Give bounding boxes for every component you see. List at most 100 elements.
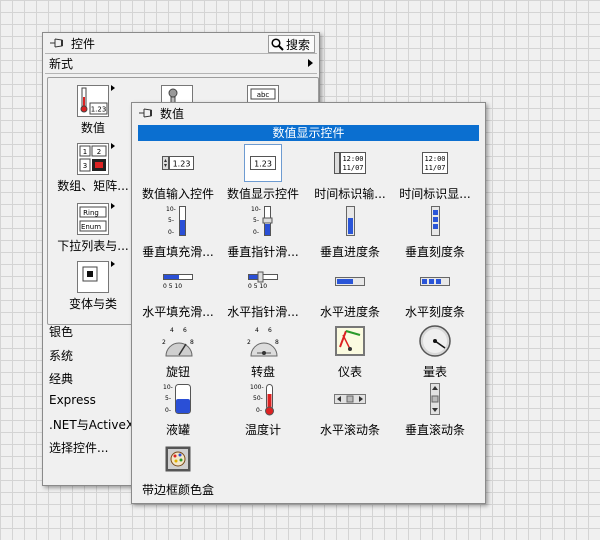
item-dial[interactable]: 4 6 2 8 转盘 [219,323,307,380]
item-knob[interactable]: 4 6 2 8 旋钮 [134,323,222,380]
category-label: 下拉列表与... [57,239,129,253]
palette-item-classic[interactable]: 经典 [49,370,73,387]
svg-text:4: 4 [255,327,259,334]
item-horizontal-progress-bar[interactable]: 水平进度条 [306,263,394,320]
svg-text:11/07: 11/07 [424,164,445,172]
svg-text:Enum: Enum [81,223,101,231]
item-tank[interactable]: 10- 5- 0- 液罐 [134,381,222,438]
horizontal-graduated-bar-icon [415,263,455,299]
palette-style-menu[interactable]: 新式 [49,55,73,72]
svg-text:1.23: 1.23 [254,160,272,169]
svg-text:2: 2 [247,339,251,346]
timestamp-control-icon: 12:00 11/07 [330,145,370,181]
chevron-right-icon[interactable] [308,59,313,67]
horizontal-scrollbar-icon [330,381,370,417]
svg-text:10-: 10- [163,384,173,391]
svg-text:0-: 0- [256,407,262,414]
svg-text:2: 2 [97,148,101,156]
item-label: 时间标识输... [314,187,386,201]
item-vertical-scrollbar[interactable]: 垂直滚动条 [391,381,479,438]
variant-class-icon [77,261,115,293]
svg-text:0-: 0- [253,229,259,236]
item-label: 垂直指针滑... [227,245,299,259]
category-label: 数组、矩阵... [57,179,129,193]
item-vertical-fill-slide[interactable]: 10- 5- 0- 垂直填充滑... [134,203,222,260]
pin-icon[interactable] [138,106,154,120]
meter-icon [415,323,455,359]
divider [45,73,317,74]
framed-color-box-icon [158,441,198,477]
svg-text:0 5 10: 0 5 10 [248,283,267,290]
svg-text:0-: 0- [168,229,174,236]
item-label: 旋钮 [165,365,190,379]
palette-item-dotnet-activex[interactable]: .NET与ActiveX [49,416,134,433]
item-vertical-graduated-bar[interactable]: 垂直刻度条 [391,203,479,260]
controls-palette-titlebar[interactable]: 控件 搜索 [43,33,319,53]
item-numeric-control[interactable]: 1.23 数值输入控件 [134,145,222,202]
category-numeric[interactable]: 1.23 数值 [51,85,135,136]
item-meter[interactable]: 量表 [391,323,479,380]
knob-icon: 4 6 2 8 [158,323,198,359]
search-button[interactable]: 搜索 [267,35,315,53]
svg-text:6: 6 [183,327,187,334]
item-framed-color-box[interactable]: 带边框颜色盒 [134,441,222,498]
pin-icon[interactable] [49,36,65,50]
vertical-fill-slide-icon: 10- 5- 0- [158,203,198,239]
svg-text:10-: 10- [166,206,176,213]
item-horizontal-pointer-slide[interactable]: 0 5 10 水平指针滑... [219,263,307,320]
controls-palette-title: 控件 [71,37,96,51]
numeric-palette-title: 数值 [160,107,185,121]
item-horizontal-scrollbar[interactable]: 水平滚动条 [306,381,394,438]
numeric-indicator-icon: 1.23 [244,144,282,182]
gauge-icon [330,323,370,359]
item-thermometer[interactable]: 100- 50- 0- 温度计 [219,381,307,438]
item-horizontal-fill-slide[interactable]: 0 5 10 水平填充滑... [134,263,222,320]
category-label: 变体与类 [68,297,117,311]
svg-text:8: 8 [190,339,194,346]
svg-text:12:00: 12:00 [342,155,363,163]
thermometer-icon: 100- 50- 0- [243,381,283,417]
svg-text:2: 2 [162,339,166,346]
svg-text:1: 1 [83,148,87,156]
item-timestamp-indicator[interactable]: 12:00 11/07 时间标识显... [391,145,479,202]
svg-text:1.23: 1.23 [173,160,191,169]
tank-icon: 10- 5- 0- [158,381,198,417]
item-vertical-progress-bar[interactable]: 垂直进度条 [306,203,394,260]
svg-text:11/07: 11/07 [342,164,363,172]
svg-text:5-: 5- [168,217,174,224]
item-label: 温度计 [244,423,281,437]
item-gauge[interactable]: 仪表 [306,323,394,380]
svg-text:50-: 50- [253,395,263,402]
palette-item-silver[interactable]: 银色 [49,323,73,340]
svg-text:3: 3 [83,162,87,170]
item-vertical-pointer-slide[interactable]: 10- 5- 0- 垂直指针滑... [219,203,307,260]
vertical-graduated-bar-icon [415,203,455,239]
svg-text:5-: 5- [253,217,259,224]
item-horizontal-graduated-bar[interactable]: 水平刻度条 [391,263,479,320]
item-label: 数值输入控件 [141,187,214,201]
palette-item-express[interactable]: Express [49,393,96,407]
item-label: 转盘 [250,365,275,379]
item-numeric-indicator[interactable]: 1.23 数值显示控件 [219,144,307,202]
svg-text:100-: 100- [250,384,264,391]
ring-enum-icon: Ring Enum [77,203,115,235]
svg-text:8: 8 [275,339,279,346]
dial-icon: 4 6 2 8 [243,323,283,359]
category-variant-class[interactable]: 变体与类 [51,261,135,312]
item-label: 量表 [422,365,447,379]
vertical-pointer-slide-icon: 10- 5- 0- [243,203,283,239]
svg-text:6: 6 [268,327,272,334]
item-label: 垂直滚动条 [404,423,465,437]
palette-item-select-control[interactable]: 选择控件... [49,439,108,456]
vertical-progress-bar-icon [330,203,370,239]
palette-item-system[interactable]: 系统 [49,347,73,364]
category-ring-enum[interactable]: Ring Enum 下拉列表与... [51,203,135,254]
numeric-palette-titlebar[interactable]: 数值 [132,103,485,123]
item-label: 垂直填充滑... [142,245,214,259]
category-array-matrix[interactable]: 1 2 3 数组、矩阵... [51,143,135,194]
numeric-indicator-icon: 1.23 [77,85,115,117]
item-label: 水平进度条 [319,305,380,319]
item-timestamp-control[interactable]: 12:00 11/07 时间标识输... [306,145,394,202]
palette-style-label: 新式 [49,57,74,71]
numeric-control-icon: 1.23 [158,145,198,181]
